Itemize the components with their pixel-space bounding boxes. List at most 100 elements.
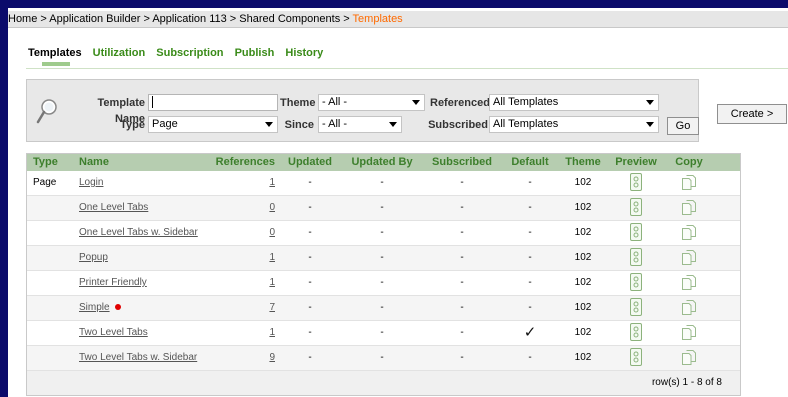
cell-subscribed: -: [460, 227, 464, 238]
type-select[interactable]: Page: [148, 116, 278, 133]
cell-references: 9: [207, 346, 279, 370]
column-header-type[interactable]: Type: [27, 154, 75, 171]
subscribed-label: Subscribed: [428, 119, 488, 131]
column-header-updated-by[interactable]: Updated By: [341, 154, 423, 171]
template-name-link[interactable]: Login: [79, 177, 103, 188]
preview-icon[interactable]: [630, 223, 642, 242]
tab-publish[interactable]: Publish: [235, 47, 275, 59]
column-header-theme[interactable]: Theme: [559, 154, 607, 171]
column-header-name[interactable]: Name: [75, 154, 207, 171]
references-link[interactable]: 1: [269, 327, 275, 338]
cell-theme: 102: [574, 352, 592, 363]
referenced-select[interactable]: All Templates: [489, 94, 659, 111]
preview-icon[interactable]: [630, 198, 642, 217]
column-header-subscribed[interactable]: Subscribed: [423, 154, 501, 171]
template-name-link[interactable]: One Level Tabs w. Sidebar: [79, 227, 198, 238]
preview-icon[interactable]: [630, 298, 642, 317]
cell-type: [27, 321, 75, 345]
table-row: Page Login 1 - - - - 102: [27, 171, 740, 196]
preview-icon[interactable]: [630, 348, 642, 367]
subscribed-select[interactable]: All Templates: [489, 116, 659, 133]
column-header-references[interactable]: References: [207, 154, 279, 171]
preview-icon[interactable]: [630, 248, 642, 267]
cell-type: [27, 296, 75, 320]
template-name-link[interactable]: Simple: [79, 302, 110, 313]
table-row: Two Level Tabs w. Sidebar 9 - - - - 102: [27, 346, 740, 371]
since-select[interactable]: - All -: [318, 116, 402, 133]
column-header-default[interactable]: Default: [501, 154, 559, 171]
table-row: Printer Friendly 1 - - - - 102: [27, 271, 740, 296]
template-name-link[interactable]: Popup: [79, 252, 108, 263]
breadcrumb: Home > Application Builder > Application…: [8, 11, 788, 28]
cell-updated-by: -: [380, 327, 384, 338]
references-link[interactable]: 1: [269, 177, 275, 188]
cell-name: Two Level Tabs w. Sidebar: [75, 346, 207, 370]
copy-icon[interactable]: [682, 249, 696, 265]
copy-icon[interactable]: [682, 324, 696, 340]
theme-label: Theme: [280, 97, 316, 109]
template-name-input[interactable]: [148, 94, 278, 111]
chevron-down-icon: [389, 122, 397, 127]
template-name-link[interactable]: Printer Friendly: [79, 277, 147, 288]
cell-subscribed: -: [460, 352, 464, 363]
cell-subscribed: -: [460, 302, 464, 313]
cell-name: Printer Friendly: [75, 271, 207, 295]
go-button[interactable]: Go: [667, 117, 699, 135]
breadcrumb-shared-components[interactable]: Shared Components: [239, 13, 340, 25]
breadcrumb-application-builder[interactable]: Application Builder: [49, 13, 140, 25]
references-link[interactable]: 1: [269, 252, 275, 263]
copy-icon[interactable]: [682, 299, 696, 315]
cell-type: [27, 246, 75, 270]
cell-default: -: [528, 302, 532, 313]
copy-icon[interactable]: [682, 349, 696, 365]
template-name-link[interactable]: Two Level Tabs w. Sidebar: [79, 352, 197, 363]
column-header-updated[interactable]: Updated: [279, 154, 341, 171]
tab-utilization[interactable]: Utilization: [93, 47, 146, 59]
breadcrumb-application[interactable]: Application 113: [152, 13, 226, 25]
copy-icon[interactable]: [682, 174, 696, 190]
create-button[interactable]: Create >: [717, 104, 787, 124]
references-link[interactable]: 1: [269, 277, 275, 288]
cell-copy: [665, 321, 713, 345]
page: Home > Application Builder > Application…: [8, 8, 788, 397]
chevron-down-icon: [412, 100, 420, 105]
copy-icon[interactable]: [682, 274, 696, 290]
cell-updated-by: -: [380, 302, 384, 313]
cell-default: -: [528, 177, 532, 188]
cell-subscribed: -: [460, 252, 464, 263]
cell-theme: 102: [574, 177, 592, 188]
cell-theme: 102: [574, 202, 592, 213]
cell-subscribed: -: [460, 327, 464, 338]
preview-icon[interactable]: [630, 273, 642, 292]
cell-preview: [607, 271, 665, 295]
tab-subscription[interactable]: Subscription: [156, 47, 223, 59]
cell-preview: [607, 246, 665, 270]
cell-preview: [607, 346, 665, 370]
templates-table: Type Name References Updated Updated By …: [26, 153, 741, 396]
copy-icon[interactable]: [682, 224, 696, 240]
references-link[interactable]: 0: [269, 202, 275, 213]
copy-icon[interactable]: [682, 199, 696, 215]
references-link[interactable]: 7: [269, 302, 275, 313]
cell-name: One Level Tabs w. Sidebar: [75, 221, 207, 245]
cell-name: Login: [75, 171, 207, 195]
preview-icon[interactable]: [630, 173, 642, 192]
theme-select[interactable]: - All -: [318, 94, 425, 111]
tab-templates[interactable]: Templates: [28, 47, 82, 59]
template-name-link[interactable]: One Level Tabs: [79, 202, 148, 213]
template-name-link[interactable]: Two Level Tabs: [79, 327, 148, 338]
tab-history[interactable]: History: [285, 47, 323, 59]
references-link[interactable]: 9: [269, 352, 275, 363]
cell-updated: -: [308, 302, 312, 313]
tab-divider: [26, 68, 788, 69]
cell-type: [27, 196, 75, 220]
modified-indicator: [114, 304, 121, 311]
cell-type: [27, 271, 75, 295]
preview-icon[interactable]: [630, 323, 642, 342]
since-label: Since: [284, 119, 314, 131]
cell-copy: [665, 346, 713, 370]
breadcrumb-home[interactable]: Home: [8, 13, 37, 25]
references-link[interactable]: 0: [269, 227, 275, 238]
table-row: Two Level Tabs 1 - - - ✓ 102: [27, 321, 740, 346]
cell-references: 0: [207, 221, 279, 245]
